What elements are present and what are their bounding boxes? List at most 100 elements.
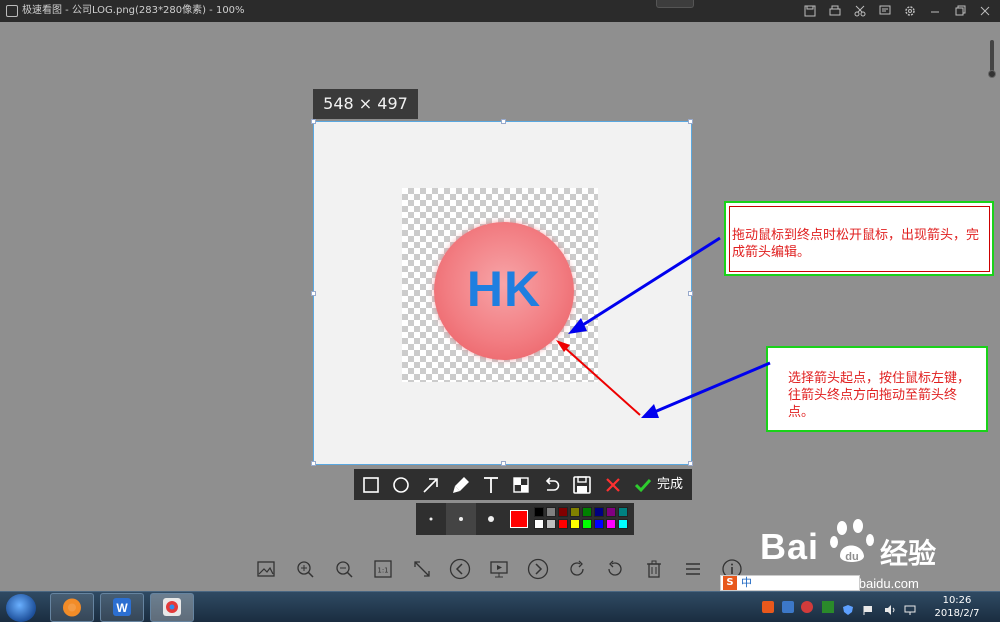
resize-handle-n[interactable] — [501, 119, 506, 124]
undo-tool-icon[interactable] — [539, 473, 563, 497]
logo-text: HK — [466, 261, 542, 317]
color-swatch[interactable] — [534, 507, 544, 517]
screenshot-selection[interactable]: HK — [311, 119, 693, 466]
taskbar-app-wps[interactable]: W — [100, 593, 144, 622]
prev-icon[interactable] — [449, 558, 471, 580]
done-button[interactable]: 完成 — [657, 469, 683, 500]
color-swatch[interactable] — [618, 507, 628, 517]
tray-flag-icon[interactable] — [862, 601, 874, 615]
resize-handle-ne[interactable] — [688, 119, 693, 124]
ime-toolbar[interactable]: S 中 — [720, 575, 860, 591]
zoom-out-icon[interactable] — [333, 558, 355, 580]
tray-security-icon[interactable] — [801, 601, 813, 613]
color-swatch[interactable] — [582, 507, 592, 517]
print-icon[interactable] — [827, 3, 843, 19]
color-swatch[interactable] — [558, 519, 568, 529]
text-tool-icon[interactable] — [479, 473, 503, 497]
watermark-suffix: 经验 — [880, 538, 937, 569]
cut-icon[interactable] — [852, 3, 868, 19]
sogou-icon: S — [723, 576, 737, 590]
window-title: 极速看图 - 公司LOG.png(283*280像素) - 100% — [22, 5, 245, 16]
tray-network-icon[interactable] — [822, 601, 834, 613]
annotation-note-end: 拖动鼠标到终点时松开鼠标，出现箭头，完成箭头编辑。 — [724, 201, 994, 276]
feedback-icon[interactable] — [877, 3, 893, 19]
note-text-start: 选择箭头起点，按住鼠标左键，往箭头终点方向拖动至箭头终点。 — [788, 371, 971, 420]
clock-date: 2018/2/7 — [934, 608, 980, 619]
edit-toolbar: 完成 — [354, 469, 692, 500]
window-grip[interactable] — [656, 0, 694, 8]
tray-shield-icon[interactable] — [842, 601, 854, 615]
next-icon[interactable] — [527, 558, 549, 580]
resize-handle-sw[interactable] — [311, 461, 316, 466]
mosaic-tool-icon[interactable] — [509, 473, 533, 497]
settings-icon[interactable] — [902, 3, 918, 19]
paw-icon: du — [830, 519, 874, 563]
rotate-left-icon[interactable] — [604, 558, 626, 580]
actual-size-text: 1:1 — [377, 567, 388, 575]
slideshow-icon[interactable] — [488, 558, 510, 580]
color-swatch[interactable] — [594, 507, 604, 517]
note-inner-border — [729, 206, 990, 272]
cancel-tool-icon[interactable] — [601, 473, 625, 497]
menu-icon[interactable] — [682, 558, 704, 580]
color-swatch[interactable] — [606, 507, 616, 517]
selection-size-label: 548 × 497 — [313, 89, 418, 119]
save-tool-icon[interactable] — [570, 473, 594, 497]
start-button[interactable] — [6, 594, 36, 622]
color-swatch[interactable] — [534, 519, 544, 529]
arrow-tool-icon[interactable] — [419, 473, 443, 497]
taskbar-app-viewer[interactable] — [150, 593, 194, 622]
system-clock[interactable]: 10:26 2018/2/7 — [930, 594, 984, 620]
pen-size-large[interactable] — [476, 503, 506, 535]
save-icon[interactable] — [802, 3, 818, 19]
delete-icon[interactable] — [643, 558, 665, 580]
image-icon[interactable] — [255, 558, 277, 580]
title-bar: 极速看图 - 公司LOG.png(283*280像素) - 100% — [0, 0, 1000, 22]
resize-handle-se[interactable] — [688, 461, 693, 466]
zoom-slider-knob[interactable] — [988, 70, 996, 78]
resize-handle-e[interactable] — [688, 291, 693, 296]
brush-tool-icon[interactable] — [449, 473, 473, 497]
pen-size-small[interactable] — [416, 503, 446, 535]
style-bar — [416, 503, 634, 535]
image-viewer-window: 极速看图 - 公司LOG.png(283*280像素) - 100% 548 ×… — [0, 0, 1000, 622]
annotation-note-start: 选择箭头起点，按住鼠标左键，往箭头终点方向拖动至箭头终点。 — [766, 346, 988, 432]
transparent-image: HK — [402, 188, 598, 382]
resize-handle-s[interactable] — [501, 461, 506, 466]
ellipse-tool-icon[interactable] — [389, 473, 413, 497]
ime-mode-label[interactable]: 中 — [741, 576, 752, 590]
close-icon[interactable] — [977, 3, 993, 19]
volume-icon[interactable] — [884, 601, 896, 615]
svg-text:W: W — [116, 601, 128, 615]
color-swatch[interactable] — [618, 519, 628, 529]
pen-size-medium[interactable] — [446, 503, 476, 535]
color-swatch[interactable] — [606, 519, 616, 529]
tray-app-icon[interactable] — [782, 601, 794, 613]
color-swatch[interactable] — [558, 507, 568, 517]
network-icon[interactable] — [904, 601, 916, 615]
company-logo: HK — [434, 222, 574, 360]
taskbar-app-browser[interactable] — [50, 593, 94, 622]
color-swatch[interactable] — [570, 519, 580, 529]
windows-taskbar: W 10:26 2018/2/7 — [0, 591, 1000, 622]
svg-text:du: du — [845, 551, 858, 563]
rectangle-tool-icon[interactable] — [359, 473, 383, 497]
confirm-tool-icon[interactable] — [631, 473, 655, 497]
color-swatch[interactable] — [582, 519, 592, 529]
rotate-right-icon[interactable] — [566, 558, 588, 580]
minimize-icon[interactable] — [927, 3, 943, 19]
resize-handle-nw[interactable] — [311, 119, 316, 124]
restore-icon[interactable] — [952, 3, 968, 19]
color-swatch[interactable] — [546, 507, 556, 517]
app-icon — [6, 5, 18, 17]
actual-size-icon[interactable]: 1:1 — [372, 558, 394, 580]
color-swatch[interactable] — [570, 507, 580, 517]
watermark-brand: Bai — [760, 526, 820, 567]
fit-icon[interactable] — [411, 558, 433, 580]
zoom-slider[interactable] — [988, 40, 996, 78]
resize-handle-w[interactable] — [311, 291, 316, 296]
color-swatch[interactable] — [594, 519, 604, 529]
color-swatch[interactable] — [546, 519, 556, 529]
tray-sogou-icon[interactable] — [762, 601, 774, 613]
zoom-in-icon[interactable] — [294, 558, 316, 580]
